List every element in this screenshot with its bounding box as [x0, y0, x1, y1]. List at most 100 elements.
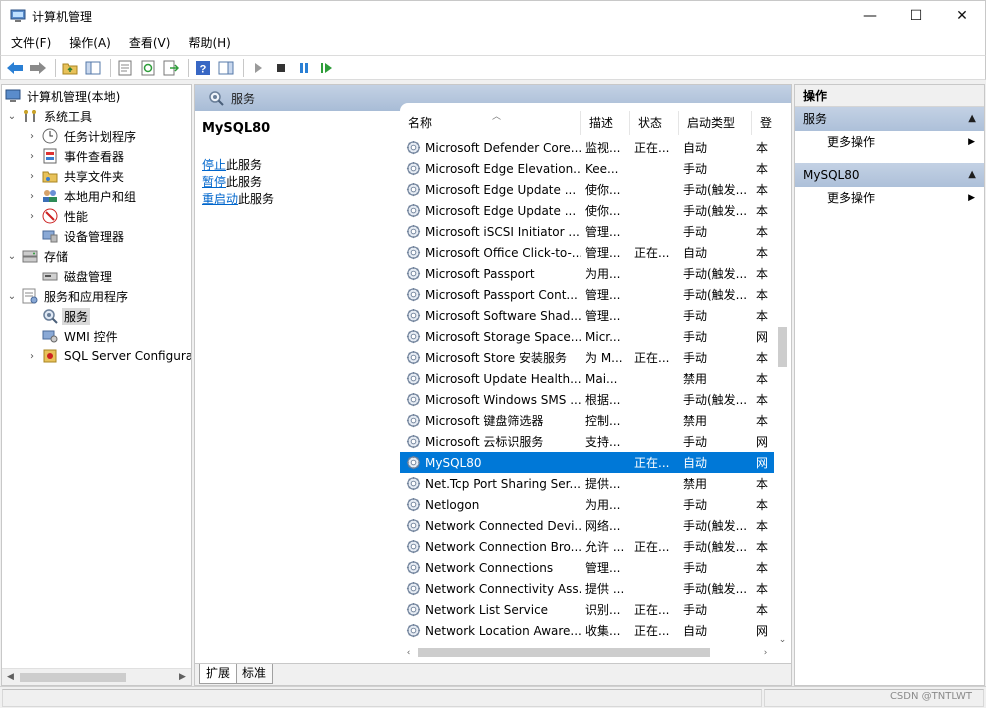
- scroll-left-icon[interactable]: ‹: [400, 648, 417, 658]
- table-row[interactable]: Net.Tcp Port Sharing Ser... 提供... 禁用 本: [400, 473, 778, 494]
- collapse-up-icon[interactable]: ▲: [968, 107, 976, 131]
- tree-item-services-apps[interactable]: ⌄ 服务和应用程序: [6, 286, 130, 306]
- more-actions-services[interactable]: 更多操作 ▶: [795, 131, 984, 153]
- action-pane-icon[interactable]: [216, 58, 236, 78]
- table-row[interactable]: Microsoft Edge Update ... 使你... 手动(触发... 本: [400, 179, 778, 200]
- table-row[interactable]: Microsoft 键盘筛选器 控制... 禁用 本: [400, 410, 778, 431]
- tree-item-sql-server-config[interactable]: › SQL Server Configura: [26, 346, 191, 366]
- table-row[interactable]: Microsoft Edge Elevation... Kee... 手动 本: [400, 158, 778, 179]
- stop-service-link[interactable]: 停止: [202, 158, 226, 172]
- menu-view[interactable]: 查看(V): [119, 31, 179, 55]
- tree-item-storage[interactable]: ⌄ 存储: [6, 246, 70, 266]
- tab-standard[interactable]: 标准: [235, 664, 274, 684]
- gear-icon: [406, 329, 425, 344]
- scroll-thumb[interactable]: [418, 648, 710, 657]
- restart-service-icon[interactable]: [317, 58, 337, 78]
- tree-item-device-manager[interactable]: 设备管理器: [42, 226, 126, 246]
- tree-item-performance[interactable]: › 性能: [26, 206, 90, 226]
- scroll-down-icon[interactable]: ⌄: [774, 635, 791, 645]
- chevron-right-icon[interactable]: ›: [26, 211, 38, 222]
- table-row[interactable]: MySQL80 正在... 自动 网: [400, 452, 778, 473]
- chevron-right-icon[interactable]: ›: [26, 131, 38, 142]
- start-service-icon[interactable]: [248, 58, 268, 78]
- table-row[interactable]: Network Connectivity Ass... 提供 ... 手动(触发..…: [400, 578, 778, 599]
- table-row[interactable]: Microsoft Passport 为用... 手动(触发... 本: [400, 263, 778, 284]
- tree-item-services[interactable]: 服务: [42, 306, 91, 326]
- chevron-down-icon[interactable]: ⌄: [6, 251, 18, 262]
- table-row[interactable]: Microsoft Edge Update ... 使你... 手动(触发... 本: [400, 200, 778, 221]
- table-row[interactable]: Microsoft Passport Cont... 管理... 手动(触发... 本: [400, 284, 778, 305]
- chevron-down-icon[interactable]: ⌄: [6, 291, 18, 302]
- table-row[interactable]: Netlogon 为用... 手动 本: [400, 494, 778, 515]
- tab-extended[interactable]: 扩展: [199, 664, 238, 684]
- scroll-right-icon[interactable]: ▶: [174, 672, 191, 682]
- table-row[interactable]: Microsoft Storage Space... Micr... 手动 网: [400, 326, 778, 347]
- scroll-right-icon[interactable]: ›: [757, 648, 774, 658]
- forward-arrow-icon[interactable]: [28, 58, 48, 78]
- clock-icon: [42, 128, 58, 144]
- actions-section-mysql80[interactable]: MySQL80 ▲: [795, 163, 984, 187]
- table-row[interactable]: Network Connected Devi... 网络... 手动(触发... 本: [400, 515, 778, 536]
- tree-item-task-scheduler[interactable]: › 任务计划程序: [26, 126, 138, 146]
- pause-service-link[interactable]: 暂停: [202, 175, 226, 189]
- table-row[interactable]: Microsoft iSCSI Initiator ... 管理... 手动 本: [400, 221, 778, 242]
- menu-action[interactable]: 操作(A): [59, 31, 119, 55]
- maximize-button[interactable]: ☐: [893, 1, 939, 31]
- table-row[interactable]: Microsoft Defender Core... 监视... 正在... 自动 本: [400, 137, 778, 158]
- scroll-left-icon[interactable]: ◀: [2, 672, 19, 682]
- tree-horizontal-scrollbar[interactable]: ◀ ▶: [2, 668, 191, 685]
- table-row[interactable]: Microsoft Store 安装服务 为 M... 正在... 手动 本: [400, 347, 778, 368]
- back-arrow-icon[interactable]: [5, 58, 25, 78]
- chevron-right-icon[interactable]: ›: [26, 191, 38, 202]
- scroll-thumb[interactable]: [778, 327, 787, 367]
- column-startup-type[interactable]: 启动类型: [679, 111, 752, 135]
- column-description[interactable]: 描述: [581, 111, 630, 135]
- close-button[interactable]: ✕: [939, 1, 985, 31]
- table-row[interactable]: Network List Service 识别... 正在... 手动 本: [400, 599, 778, 620]
- restart-service-link[interactable]: 重启动: [202, 192, 238, 206]
- export-list-icon[interactable]: [161, 58, 181, 78]
- chevron-down-icon[interactable]: ⌄: [6, 111, 18, 122]
- table-row[interactable]: Microsoft Windows SMS ... 根据... 手动(触发... 本: [400, 389, 778, 410]
- table-row[interactable]: Microsoft Office Click-to-... 管理... 正在... 自…: [400, 242, 778, 263]
- actions-section-services[interactable]: 服务 ▲: [795, 107, 984, 131]
- table-row[interactable]: Network Location Aware... 收集... 正在... 自动 网: [400, 620, 778, 641]
- list-vertical-scrollbar[interactable]: ⌄: [774, 137, 791, 645]
- gear-icon: [406, 434, 425, 449]
- properties-icon[interactable]: [115, 58, 135, 78]
- tree-item-disk-management[interactable]: 磁盘管理: [42, 266, 114, 286]
- list-horizontal-scrollbar[interactable]: ‹ ›: [400, 644, 774, 661]
- collapse-up-icon[interactable]: ▲: [968, 163, 976, 187]
- tree-label: 计算机管理(本地): [27, 89, 121, 104]
- table-row[interactable]: Microsoft 云标识服务 支持... 手动 网: [400, 431, 778, 452]
- table-row[interactable]: Network Connections 管理... 手动 本: [400, 557, 778, 578]
- column-status[interactable]: 状态: [630, 111, 679, 135]
- column-name[interactable]: 名称: [400, 111, 581, 135]
- chevron-right-icon[interactable]: ›: [26, 351, 38, 362]
- pause-service-icon[interactable]: [294, 58, 314, 78]
- up-folder-icon[interactable]: [60, 58, 80, 78]
- stop-service-icon[interactable]: [271, 58, 291, 78]
- service-description: 识别...: [585, 603, 621, 617]
- tree-item-event-viewer[interactable]: › 事件查看器: [26, 146, 126, 166]
- tree-item-shared-folders[interactable]: › 共享文件夹: [26, 166, 126, 186]
- tree-root[interactable]: 计算机管理(本地): [5, 86, 122, 106]
- menu-file[interactable]: 文件(F): [1, 31, 59, 55]
- help-icon[interactable]: ?: [193, 58, 213, 78]
- more-actions-mysql80[interactable]: 更多操作 ▶: [795, 187, 984, 209]
- chevron-right-icon[interactable]: ›: [26, 171, 38, 182]
- table-row[interactable]: Network Connection Bro... 允许 ... 正在... 手动(触…: [400, 536, 778, 557]
- table-row[interactable]: Microsoft Software Shad... 管理... 手动 本: [400, 305, 778, 326]
- tree-item-system-tools[interactable]: ⌄ 系统工具: [6, 106, 94, 126]
- refresh-icon[interactable]: [138, 58, 158, 78]
- scroll-thumb[interactable]: [20, 673, 126, 682]
- show-hide-tree-icon[interactable]: [83, 58, 103, 78]
- menu-help[interactable]: 帮助(H): [178, 31, 238, 55]
- service-status: 正在...: [634, 141, 670, 155]
- column-logon[interactable]: 登: [752, 111, 772, 135]
- minimize-button[interactable]: —: [847, 1, 893, 31]
- tree-item-wmi-control[interactable]: WMI 控件: [42, 326, 120, 346]
- table-row[interactable]: Microsoft Update Health... Mai... 禁用 本: [400, 368, 778, 389]
- tree-item-local-users[interactable]: › 本地用户和组: [26, 186, 138, 206]
- chevron-right-icon[interactable]: ›: [26, 151, 38, 162]
